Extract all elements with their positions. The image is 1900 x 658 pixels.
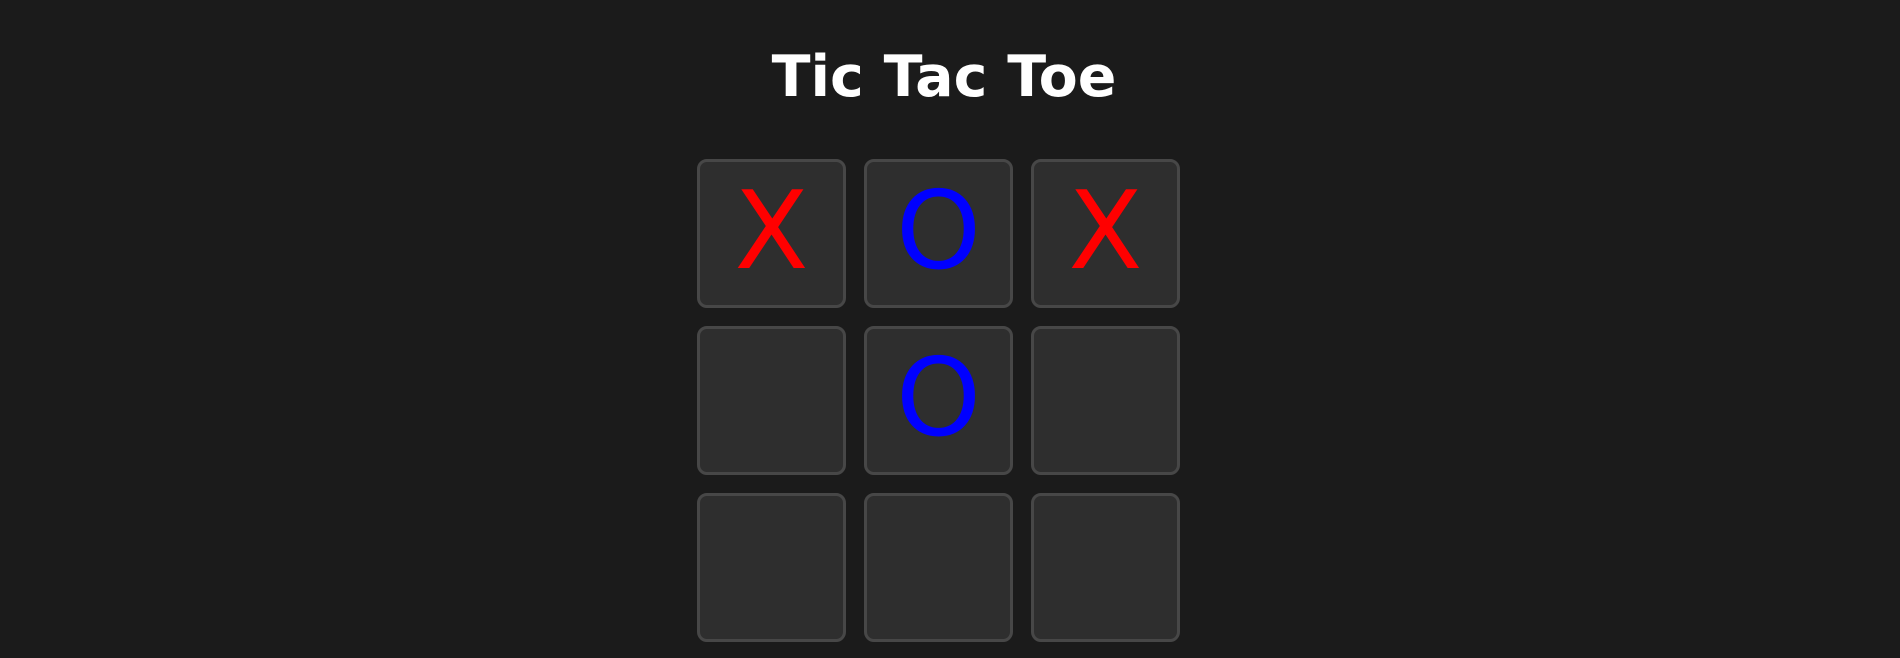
board-cell-5[interactable]: O [864, 326, 1013, 475]
board-cell-8[interactable] [864, 493, 1013, 642]
board-cell-3[interactable]: X [1031, 159, 1180, 308]
board-cell-9[interactable] [1031, 493, 1180, 642]
game-title: Tic Tac Toe [771, 44, 1117, 110]
board-cell-1[interactable]: X [697, 159, 846, 308]
cell-mark: X [1068, 168, 1143, 294]
game-board: X O X O [697, 159, 1182, 644]
cell-mark: O [895, 168, 981, 294]
board-cell-4[interactable] [697, 326, 846, 475]
cell-mark: X [734, 168, 809, 294]
board-cell-7[interactable] [697, 493, 846, 642]
board-cell-6[interactable] [1031, 326, 1180, 475]
cell-mark: O [895, 335, 981, 461]
board-cell-2[interactable]: O [864, 159, 1013, 308]
